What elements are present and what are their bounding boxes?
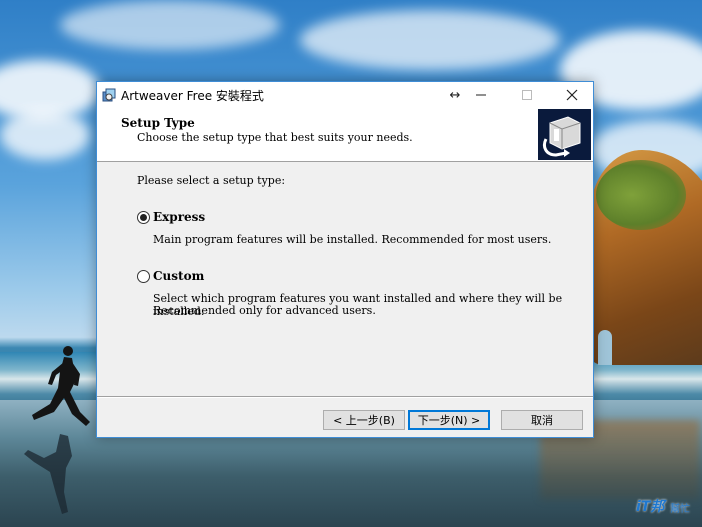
custom-radio[interactable]: [137, 270, 150, 283]
page-subtitle: Choose the setup type that best suits yo…: [137, 131, 413, 144]
custom-description-line2: Recommended only for advanced users.: [153, 304, 376, 317]
close-icon: [566, 89, 578, 101]
rock-vegetation: [596, 160, 686, 230]
installer-window: Artweaver Free 安裝程式 ↔ Setup Type Choose …: [96, 81, 594, 438]
computer-setup-icon: [538, 109, 591, 160]
rock-arch: [598, 330, 612, 365]
wizard-body: Please select a setup type: Express Main…: [97, 162, 593, 392]
footer-divider: [97, 396, 593, 398]
cloud: [60, 0, 280, 50]
wizard-header: Setup Type Choose the setup type that be…: [97, 108, 593, 162]
next-button[interactable]: 下一步(N) >: [408, 410, 490, 430]
ithome-watermark: iT邦 幫忙: [632, 490, 698, 522]
window-title: Artweaver Free 安裝程式: [121, 89, 264, 103]
artweaver-app-icon: [102, 88, 116, 102]
page-title: Setup Type: [121, 116, 195, 130]
maximize-icon: [522, 90, 532, 100]
express-radio[interactable]: [137, 211, 150, 224]
express-description: Main program features will be installed.…: [153, 233, 552, 246]
maximize-button[interactable]: [504, 82, 550, 108]
setup-type-prompt: Please select a setup type:: [137, 174, 286, 187]
watermark-text: 幫忙: [670, 504, 690, 515]
cancel-button[interactable]: 取消: [501, 410, 583, 430]
runner-silhouette: [32, 346, 90, 426]
express-label[interactable]: Express: [153, 210, 205, 224]
cloud: [300, 10, 560, 70]
radio-selected-dot: [140, 214, 147, 221]
watermark-logo: iT邦: [636, 499, 665, 515]
minimize-button[interactable]: [458, 82, 504, 108]
minimize-icon: [476, 94, 486, 96]
close-button[interactable]: [549, 82, 595, 108]
runner-reflection: [24, 434, 72, 514]
back-button[interactable]: < 上一步(B): [323, 410, 405, 430]
title-bar[interactable]: Artweaver Free 安裝程式 ↔: [97, 82, 593, 108]
custom-label[interactable]: Custom: [153, 269, 204, 283]
cloud: [0, 110, 90, 160]
